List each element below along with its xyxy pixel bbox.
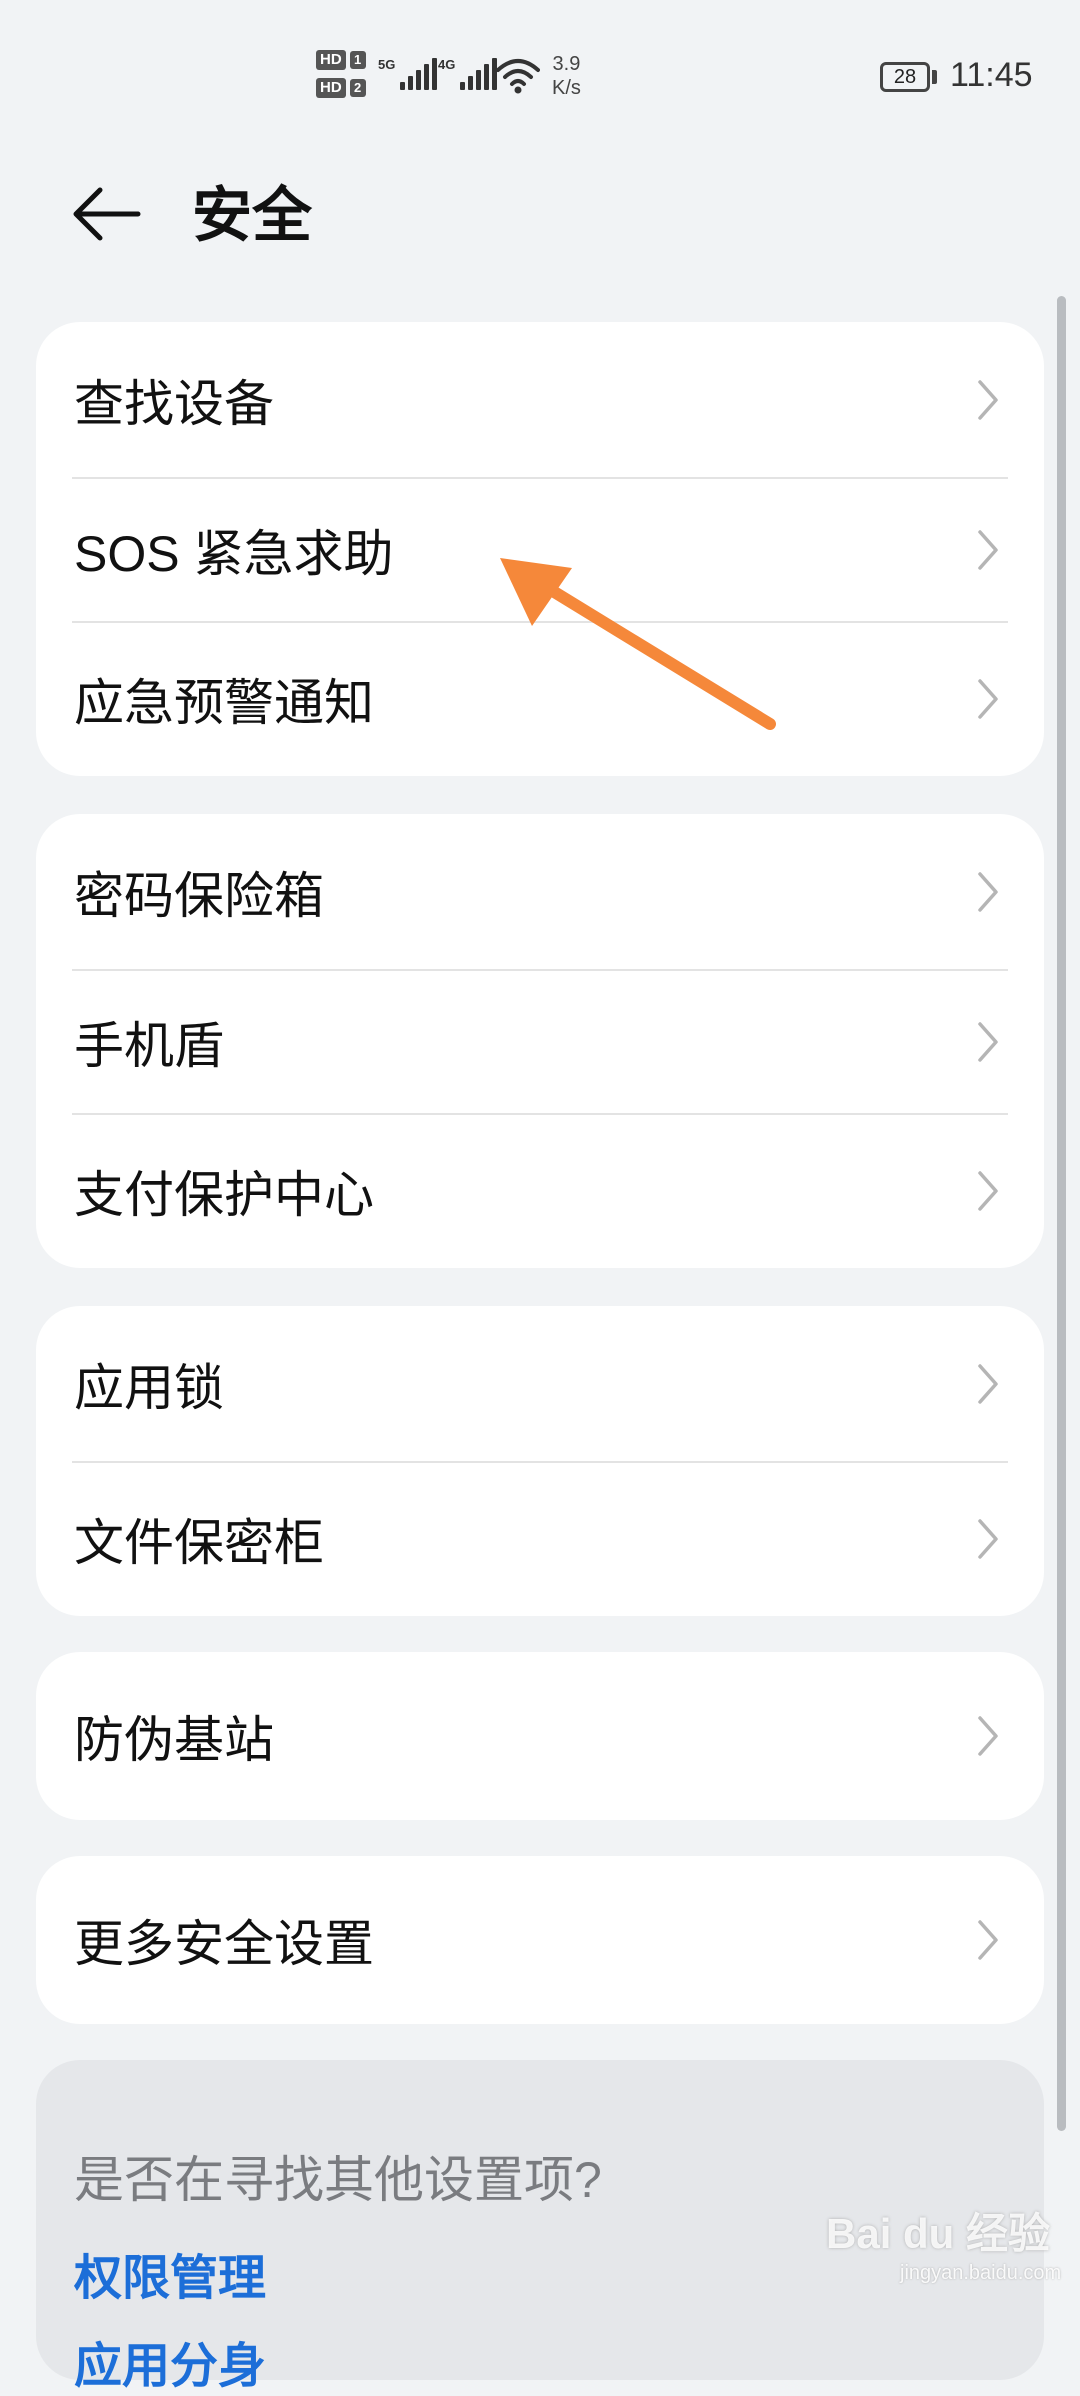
setting-find-device[interactable]: 查找设备	[36, 322, 1044, 478]
setting-phone-shield[interactable]: 手机盾	[36, 970, 1044, 1114]
status-bar: HD 1 HD 2 5G 4G 3.9 K/s 28 11:45	[0, 0, 1080, 150]
page-title: 安全	[192, 182, 312, 249]
settings-group-payment: 密码保险箱 手机盾 支付保护中心	[36, 814, 1044, 1268]
watermark-logo: Bai du 经验	[826, 2210, 1051, 2257]
setting-payment-protection[interactable]: 支付保护中心	[36, 1114, 1044, 1268]
chevron-right-icon	[978, 1920, 998, 1960]
chevron-right-icon	[978, 530, 998, 570]
wifi-icon	[496, 59, 540, 94]
chevron-right-icon	[978, 1716, 998, 1756]
settings-group-lock: 应用锁 文件保密柜	[36, 1306, 1044, 1616]
setting-sos[interactable]: SOS 紧急求助	[36, 478, 1044, 622]
setting-label: 应急预警通知	[74, 675, 374, 731]
chevron-right-icon	[978, 1171, 998, 1211]
setting-anti-fake-base-station[interactable]: 防伪基站	[36, 1652, 1044, 1820]
setting-label: 支付保护中心	[74, 1167, 374, 1223]
settings-group-more: 更多安全设置	[36, 1856, 1044, 2024]
hd-icon: HD	[316, 50, 346, 70]
setting-file-safe[interactable]: 文件保密柜	[36, 1462, 1044, 1616]
chevron-right-icon	[978, 380, 998, 420]
watermark-url: jingyan.baidu.com	[900, 2262, 1062, 2284]
setting-password-vault[interactable]: 密码保险箱	[36, 814, 1044, 970]
network-speed: 3.9 K/s	[552, 53, 581, 99]
sim2-number: 2	[349, 79, 366, 97]
signal-4g-icon: 4G	[438, 57, 498, 90]
back-arrow-icon[interactable]	[68, 176, 144, 252]
setting-label: 查找设备	[74, 376, 274, 432]
chevron-right-icon	[978, 1022, 998, 1062]
setting-label: 更多安全设置	[74, 1916, 374, 1972]
signal-5g-icon: 5G	[378, 57, 438, 90]
chevron-right-icon	[978, 1364, 998, 1404]
suggestion-link-app-twin[interactable]: 应用分身	[74, 2326, 266, 2396]
chevron-right-icon	[978, 679, 998, 719]
setting-label: 手机盾	[74, 1018, 224, 1074]
settings-group-base-station: 防伪基站	[36, 1652, 1044, 1820]
battery-icon: 28	[880, 62, 930, 92]
setting-label: 防伪基站	[74, 1712, 274, 1768]
suggestions-title: 是否在寻找其他设置项?	[74, 2152, 602, 2208]
setting-more-security[interactable]: 更多安全设置	[36, 1856, 1044, 2024]
setting-emergency-alerts[interactable]: 应急预警通知	[36, 622, 1044, 776]
setting-label: 应用锁	[74, 1360, 224, 1416]
sim1-number: 1	[349, 51, 366, 69]
setting-app-lock[interactable]: 应用锁	[36, 1306, 1044, 1462]
scrollbar[interactable]	[1057, 296, 1066, 2131]
sim-badges: HD 1 HD 2	[316, 50, 366, 98]
setting-label: 密码保险箱	[74, 868, 324, 924]
setting-label: SOS 紧急求助	[74, 526, 394, 582]
battery-level: 28	[893, 66, 917, 88]
hd-icon: HD	[316, 78, 346, 98]
setting-label: 文件保密柜	[74, 1515, 324, 1571]
battery-tip	[932, 70, 937, 84]
chevron-right-icon	[978, 872, 998, 912]
chevron-right-icon	[978, 1519, 998, 1559]
status-time: 11:45	[950, 56, 1033, 94]
suggestion-link-permissions[interactable]: 权限管理	[74, 2238, 266, 2308]
settings-group-device: 查找设备 SOS 紧急求助 应急预警通知	[36, 322, 1044, 776]
